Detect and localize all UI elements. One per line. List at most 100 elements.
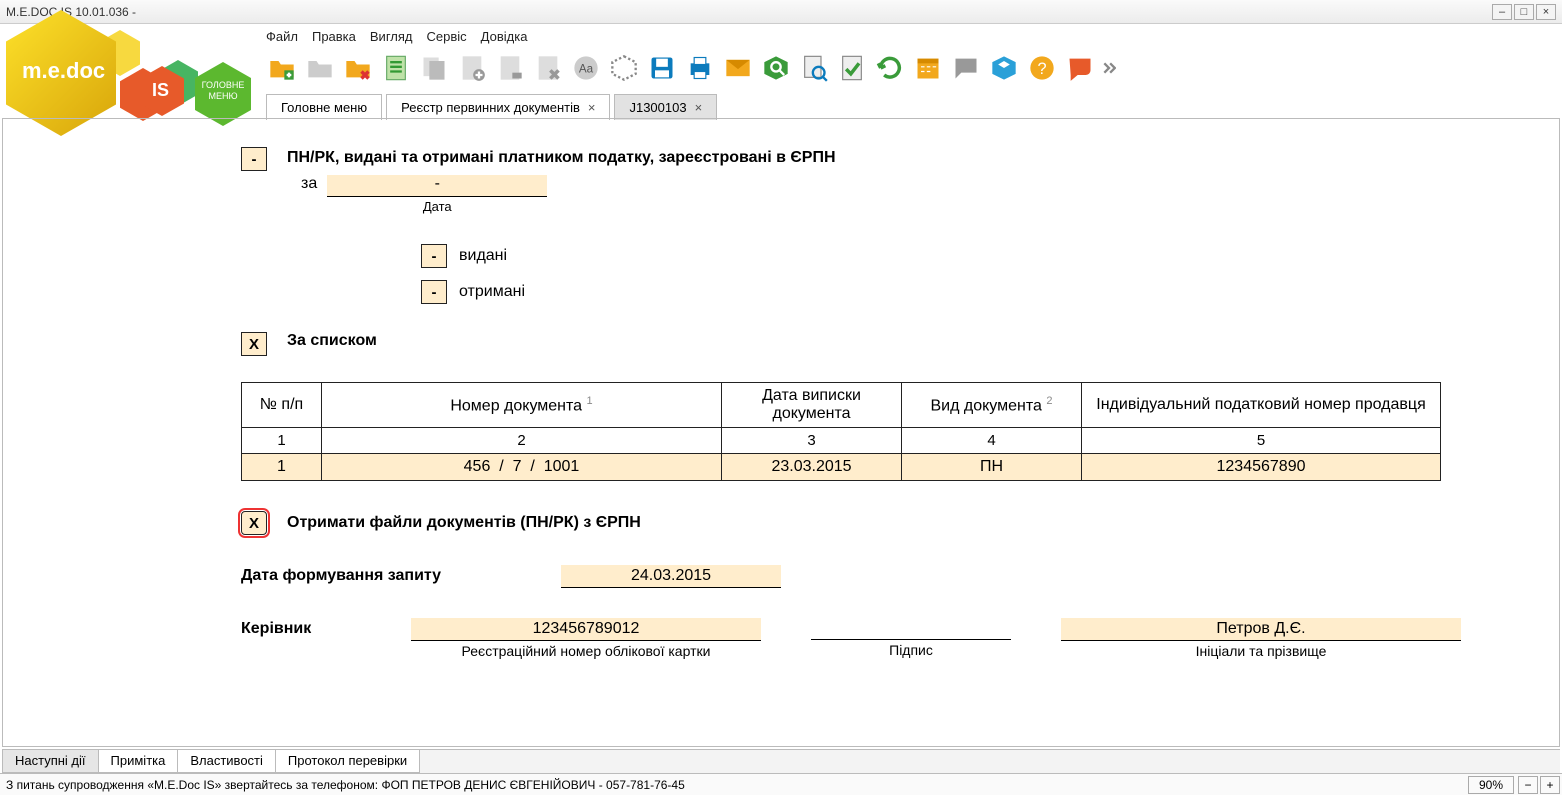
manager-regnum-field[interactable]: 123456789012 — [411, 618, 761, 641]
checkbox-by-list[interactable]: X — [241, 332, 267, 356]
toolbar-overflow-icon[interactable] — [1102, 52, 1116, 84]
date-caption: Дата — [327, 199, 547, 214]
toolbar-lang-icon[interactable]: Aa — [570, 52, 602, 84]
btab-next-actions[interactable]: Наступні дії — [2, 750, 99, 773]
cell-ipn[interactable]: 1234567890 — [1082, 454, 1441, 481]
menu-service[interactable]: Сервіс — [427, 29, 467, 44]
col-header-date: Дата виписки документа — [722, 383, 902, 428]
checkbox-get-files[interactable]: X — [241, 511, 267, 535]
menubar: Файл Правка Вигляд Сервіс Довідка — [266, 24, 527, 48]
manager-name-field[interactable]: Петров Д.Є. — [1061, 618, 1461, 641]
table-row[interactable]: 1 456 / 7 / 1001 23.03.2015 ПН 123456789… — [242, 454, 1441, 481]
main-menu-label: ГОЛОВНЕМЕНЮ — [195, 80, 251, 102]
document-tabs: Головне меню Реєстр первинних документів… — [266, 94, 717, 120]
tab-main-menu[interactable]: Головне меню — [266, 94, 382, 120]
main-menu-button[interactable]: ГОЛОВНЕМЕНЮ — [195, 62, 251, 118]
colnum-5: 5 — [1082, 428, 1441, 454]
col-header-ipn: Індивідуальний податковий номер продавця — [1082, 383, 1441, 428]
toolbar-save-icon[interactable] — [646, 52, 678, 84]
col-header-type: Вид документа 2 — [902, 383, 1082, 428]
menu-file[interactable]: Файл — [266, 29, 298, 44]
date-field[interactable]: - — [327, 175, 547, 197]
signature-field[interactable] — [811, 618, 1011, 640]
btab-properties[interactable]: Властивості — [177, 750, 276, 773]
logo-text: m.e.doc — [22, 58, 105, 84]
label-get-files: Отримати файли документів (ПН/РК) з ЄРПН — [287, 514, 641, 532]
logo-area: m.e.doc IS ГОЛОВНЕМЕНЮ — [0, 24, 260, 118]
toolbar-help-icon[interactable]: ? — [1026, 52, 1058, 84]
col-header-docnum: Номер документа 1 — [322, 383, 722, 428]
toolbar-hex-icon[interactable] — [608, 52, 640, 84]
menu-edit[interactable]: Правка — [312, 29, 356, 44]
menu-help[interactable]: Довідка — [481, 29, 528, 44]
btab-check-protocol[interactable]: Протокол перевірки — [275, 750, 420, 773]
statusbar: З питань супроводження «M.E.Doc IS» звер… — [0, 773, 1562, 795]
window-maximize-button[interactable]: □ — [1514, 4, 1534, 20]
svg-text:Aa: Aa — [579, 63, 594, 76]
caption-name: Ініціали та прізвище — [1196, 643, 1327, 659]
checkbox-pn-rk-registered[interactable]: - — [241, 147, 267, 171]
zoom-out-button[interactable]: − — [1518, 776, 1538, 794]
toolbar-doc-min-icon[interactable] — [494, 52, 526, 84]
section1-title: ПН/РК, видані та отримані платником пода… — [287, 147, 836, 171]
window-minimize-button[interactable]: – — [1492, 4, 1512, 20]
caption-signature: Підпис — [889, 642, 933, 658]
status-message: З питань супроводження «M.E.Doc IS» звер… — [0, 778, 1468, 792]
tab-close-icon[interactable]: × — [695, 100, 703, 115]
toolbar-speech-icon[interactable] — [1064, 52, 1096, 84]
colnum-1: 1 — [242, 428, 322, 454]
toolbar-folder-open-icon[interactable] — [304, 52, 336, 84]
toolbar-doc-ok-icon[interactable] — [836, 52, 868, 84]
app-header: m.e.doc IS ГОЛОВНЕМЕНЮ Файл Правка Вигля… — [0, 24, 1562, 118]
toolbar-calendar-icon[interactable] — [912, 52, 944, 84]
cell-date[interactable]: 23.03.2015 — [722, 454, 902, 481]
toolbar-doc-search-icon[interactable] — [798, 52, 830, 84]
toolbar-doc-add-icon[interactable] — [456, 52, 488, 84]
content-scroll[interactable]: - ПН/РК, видані та отримані платником по… — [3, 119, 1559, 746]
tab-close-icon[interactable]: × — [588, 100, 596, 115]
btab-note[interactable]: Примітка — [98, 750, 179, 773]
cell-docnum[interactable]: 456 / 7 / 1001 — [322, 454, 722, 481]
toolbar-doc-copy-icon[interactable] — [418, 52, 450, 84]
zoom-value[interactable]: 90% — [1468, 776, 1514, 794]
toolbar-folder-new-icon[interactable] — [266, 52, 298, 84]
cell-type[interactable]: ПН — [902, 454, 1082, 481]
label-received: отримані — [459, 283, 525, 301]
toolbar-cube-icon[interactable] — [988, 52, 1020, 84]
menu-view[interactable]: Вигляд — [370, 29, 413, 44]
content-area: - ПН/РК, видані та отримані платником по… — [2, 118, 1560, 747]
bottom-tabs: Наступні дії Примітка Властивості Проток… — [2, 749, 1560, 773]
checkbox-issued[interactable]: - — [421, 244, 447, 268]
label-by-list: За списком — [287, 332, 377, 356]
checkbox-received[interactable]: - — [421, 280, 447, 304]
toolbar-doc-check-icon[interactable] — [380, 52, 412, 84]
toolbar-hex-search-icon[interactable] — [760, 52, 792, 84]
caption-regnum: Реєстраційний номер облікової картки — [462, 643, 711, 659]
tab-label: Головне меню — [281, 100, 367, 115]
logo-badge-text: IS — [152, 80, 169, 101]
colnum-4: 4 — [902, 428, 1082, 454]
tab-primary-registry[interactable]: Реєстр первинних документів × — [386, 94, 610, 120]
svg-text:?: ? — [1037, 60, 1046, 78]
toolbar-mail-icon[interactable] — [722, 52, 754, 84]
window-close-button[interactable]: × — [1536, 4, 1556, 20]
document-form: - ПН/РК, видані та отримані платником по… — [91, 147, 1471, 659]
toolbar-refresh-icon[interactable] — [874, 52, 906, 84]
cell-n[interactable]: 1 — [242, 454, 322, 481]
tab-label: J1300103 — [629, 100, 686, 115]
tab-j1300103[interactable]: J1300103 × — [614, 94, 717, 120]
zoom-in-button[interactable]: + — [1540, 776, 1560, 794]
toolbar-print-icon[interactable] — [684, 52, 716, 84]
label-request-date: Дата формування запиту — [241, 567, 541, 585]
toolbar: Aa ? — [266, 52, 1116, 84]
colnum-3: 3 — [722, 428, 902, 454]
label-manager: Керівник — [241, 618, 411, 638]
toolbar-folder-delete-icon[interactable] — [342, 52, 374, 84]
toolbar-chat-icon[interactable] — [950, 52, 982, 84]
window-titlebar: M.E.DOC IS 10.01.036 - – □ × — [0, 0, 1562, 24]
window-title: M.E.DOC IS 10.01.036 - — [6, 5, 1492, 19]
col-header-n: № п/п — [242, 383, 322, 428]
toolbar-doc-del-icon[interactable] — [532, 52, 564, 84]
label-issued: видані — [459, 247, 507, 265]
request-date-field[interactable]: 24.03.2015 — [561, 565, 781, 588]
